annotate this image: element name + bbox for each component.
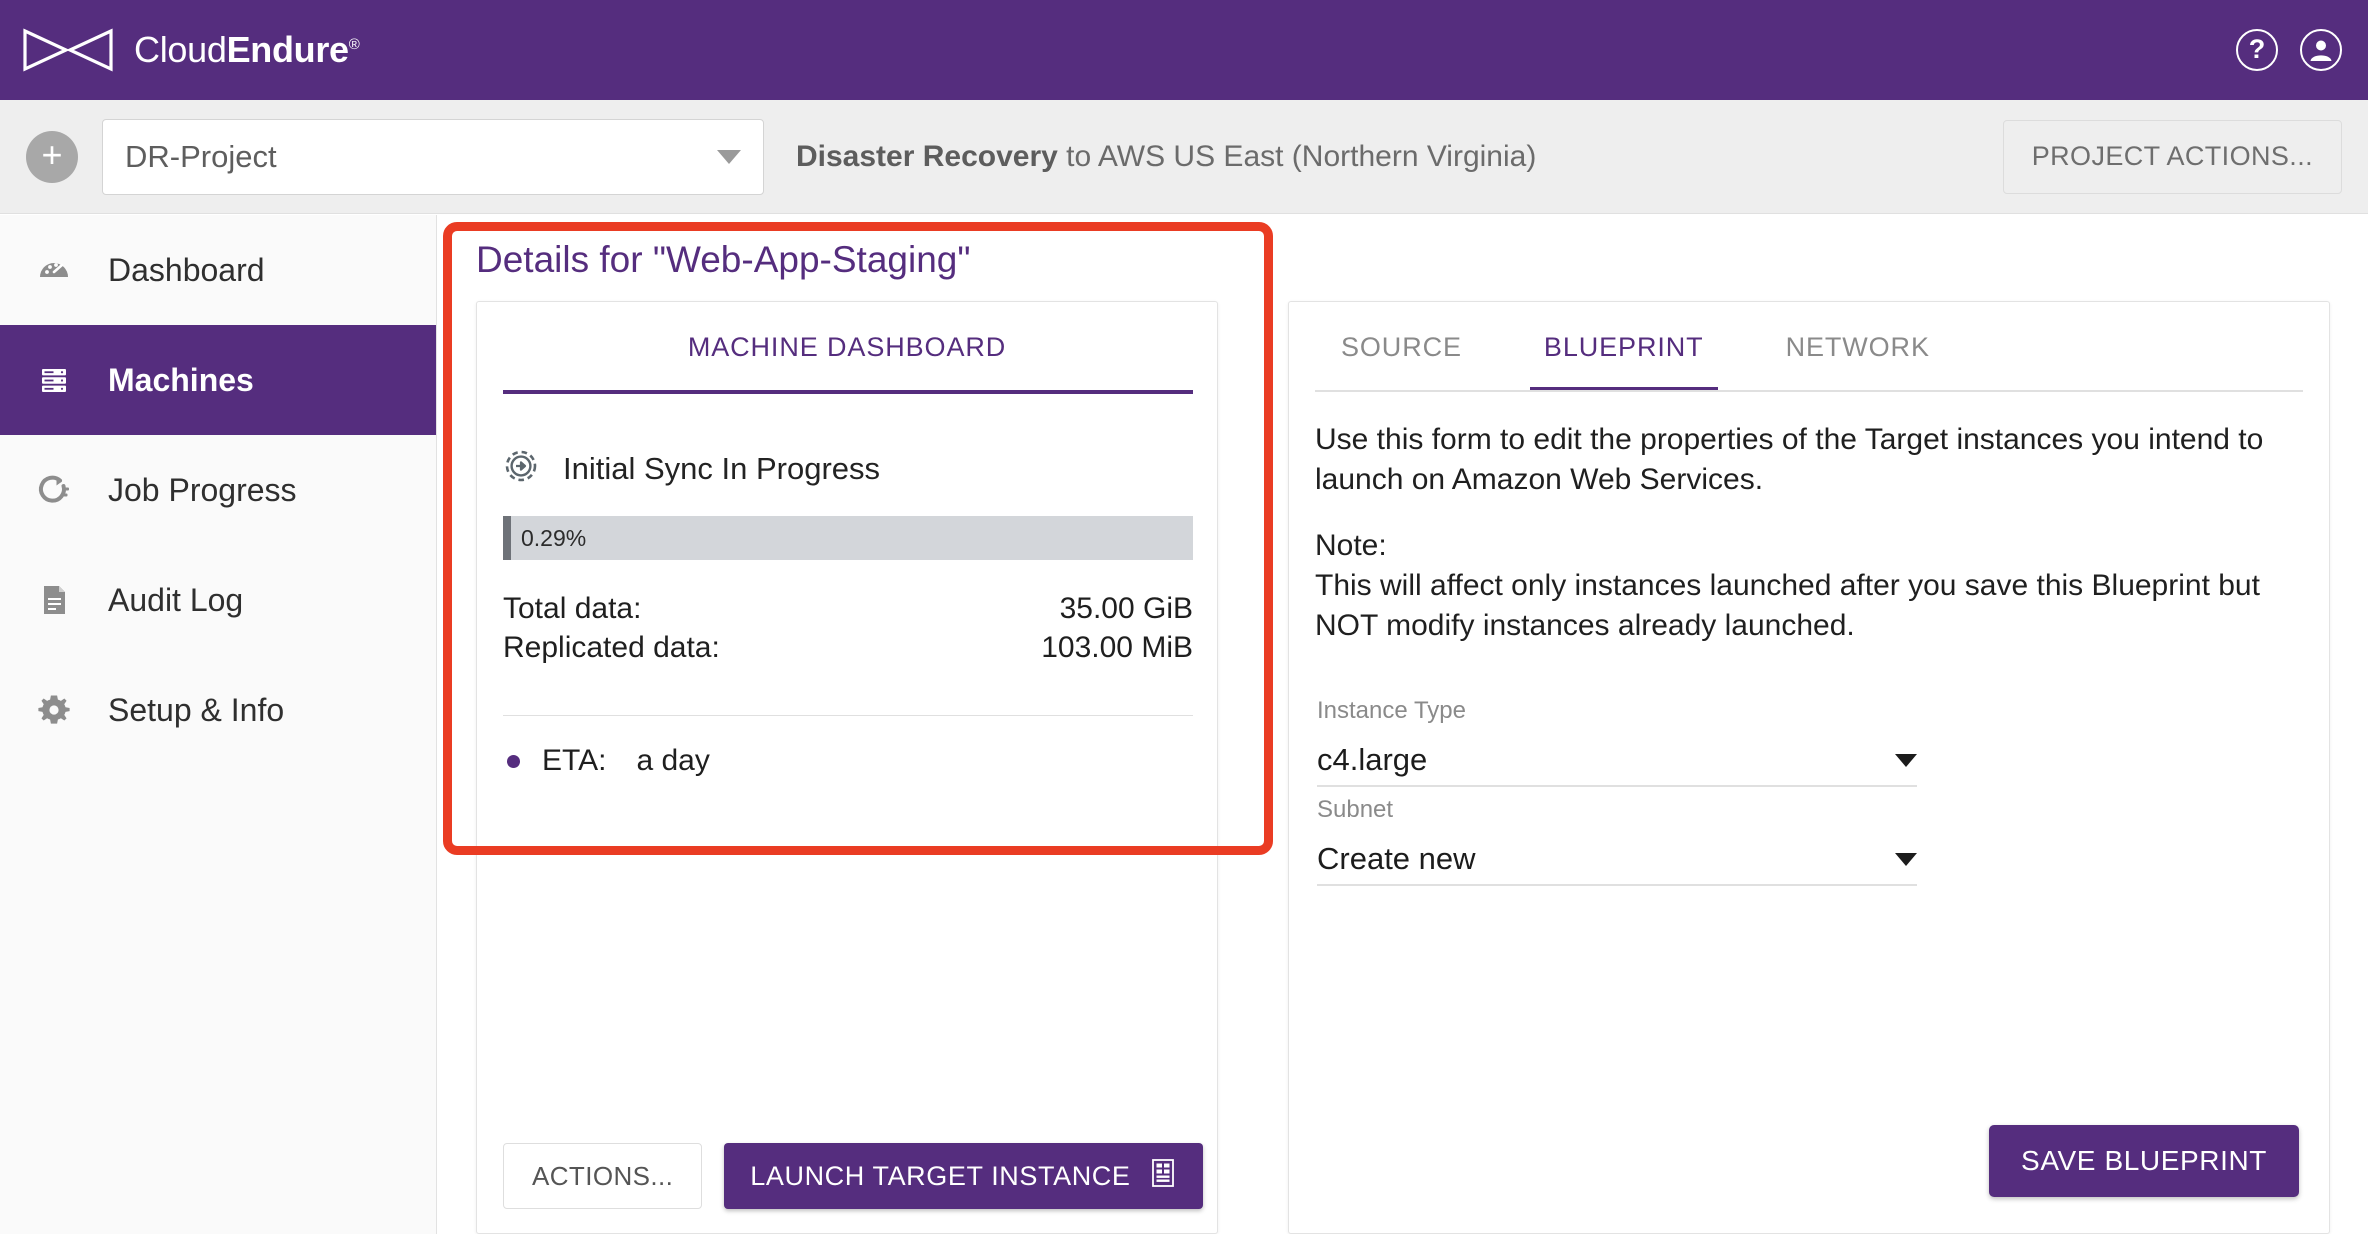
bullet-icon: [507, 754, 520, 768]
server-icon: [36, 362, 72, 398]
progress-circle-icon: [36, 472, 72, 508]
eta-label: ETA:: [542, 744, 607, 777]
subnet-field: Subnet Create new: [1317, 796, 1917, 886]
project-description-type: Disaster Recovery: [796, 139, 1058, 173]
instance-type-select[interactable]: c4.large: [1317, 735, 1917, 787]
instance-type-label: Instance Type: [1317, 697, 1466, 724]
instance-type-field: Instance Type c4.large: [1317, 697, 1917, 787]
sidebar-item-audit-log[interactable]: Audit Log: [0, 545, 436, 655]
gear-icon: [36, 692, 72, 728]
sidebar-item-label: Dashboard: [108, 251, 265, 288]
sidebar-item-dashboard[interactable]: Dashboard: [0, 215, 436, 325]
eta-row: ETA: a day: [507, 744, 710, 778]
blueprint-tabrow: SOURCE BLUEPRINT NETWORK: [1289, 302, 2329, 392]
tab-active-underline: [503, 390, 1193, 394]
sidebar-item-job-progress[interactable]: Job Progress: [0, 435, 436, 545]
project-toolbar: + DR-Project Disaster Recovery to AWS US…: [0, 100, 2368, 214]
instance-type-value: c4.large: [1317, 742, 1428, 777]
blueprint-card: SOURCE BLUEPRINT NETWORK Use this form t…: [1288, 301, 2330, 1234]
add-project-button[interactable]: +: [26, 130, 78, 183]
main-content: Details for "Web-App-Staging" MACHINE DA…: [437, 215, 2368, 1234]
sync-in-progress-icon: [503, 448, 539, 489]
progress-percent-label: 0.29%: [521, 524, 587, 551]
project-select-value: DR-Project: [125, 138, 277, 174]
replicated-data-label: Replicated data:: [503, 631, 720, 664]
machine-dashboard-tabrow: MACHINE DASHBOARD: [477, 302, 1217, 392]
project-description: Disaster Recovery to AWS US East (Northe…: [796, 140, 1536, 174]
page-title: Details for "Web-App-Staging": [476, 239, 971, 280]
launch-target-instance-button[interactable]: LAUNCH TARGET INSTANCE: [724, 1143, 1203, 1209]
replicated-data-value: 103.00 MiB: [1041, 631, 1193, 664]
machine-dashboard-card: MACHINE DASHBOARD Initial Sync In Progre…: [476, 301, 1218, 1234]
save-blueprint-button[interactable]: SAVE BLUEPRINT: [1989, 1125, 2299, 1197]
server-rack-icon: [1149, 1158, 1177, 1195]
brand-name-bold: Endure: [226, 29, 350, 70]
brand-name-light: Cloud: [134, 29, 227, 70]
tabs-baseline-divider: [1315, 390, 2303, 392]
brand-title: CloudEndure®: [134, 29, 360, 71]
sync-status-row: Initial Sync In Progress: [503, 448, 880, 489]
project-select[interactable]: DR-Project: [102, 118, 764, 195]
sidebar-item-machines[interactable]: Machines: [0, 325, 436, 435]
sidebar-item-setup-info[interactable]: Setup & Info: [0, 655, 436, 765]
tab-blueprint[interactable]: BLUEPRINT: [1529, 302, 1718, 392]
card-divider: [503, 715, 1193, 716]
app-header: CloudEndure® ?: [0, 0, 2368, 100]
help-icon[interactable]: ?: [2236, 29, 2278, 71]
blueprint-description-line1: Use this form to edit the properties of …: [1315, 423, 2264, 496]
sidebar-item-label: Audit Log: [108, 581, 244, 618]
user-account-icon[interactable]: [2300, 29, 2342, 71]
actions-button[interactable]: ACTIONS...: [503, 1143, 703, 1209]
header-actions: ?: [2236, 29, 2342, 71]
project-actions-button[interactable]: PROJECT ACTIONS...: [2002, 119, 2342, 194]
total-data-row: Total data: 35.00 GiB: [503, 592, 1193, 626]
total-data-label: Total data:: [503, 592, 642, 625]
brand-logo-area: CloudEndure®: [22, 27, 360, 73]
replicated-data-row: Replicated data: 103.00 MiB: [503, 631, 1193, 665]
gauge-icon: [36, 252, 72, 288]
user-glyph-icon: [2310, 40, 2332, 61]
document-icon: [36, 582, 72, 618]
subnet-select[interactable]: Create new: [1317, 834, 1917, 886]
blueprint-note-heading: Note:: [1315, 528, 1387, 562]
machine-card-footer: ACTIONS... LAUNCH TARGET INSTANCE: [503, 1143, 1203, 1209]
sidebar-item-label: Machines: [108, 361, 254, 398]
progress-fill: [503, 516, 511, 560]
blueprint-note-body: This will affect only instances launched…: [1315, 568, 2260, 642]
brand-registered-mark: ®: [348, 36, 360, 53]
sidebar-item-label: Job Progress: [108, 471, 297, 508]
cloudendure-bowtie-logo-icon: [23, 28, 113, 72]
blueprint-description: Use this form to edit the properties of …: [1315, 420, 2305, 645]
chevron-down-icon: [717, 149, 741, 164]
chevron-down-icon: [1895, 852, 1917, 866]
tab-network[interactable]: NETWORK: [1786, 302, 1930, 392]
replication-progress-bar: 0.29%: [503, 516, 1193, 560]
subnet-label: Subnet: [1317, 796, 1394, 823]
eta-value: a day: [636, 744, 710, 777]
tab-source[interactable]: SOURCE: [1341, 302, 1462, 392]
launch-button-label: LAUNCH TARGET INSTANCE: [750, 1160, 1131, 1191]
sync-status-text: Initial Sync In Progress: [563, 450, 881, 486]
total-data-value: 35.00 GiB: [1059, 592, 1193, 625]
sidebar-item-label: Setup & Info: [108, 691, 285, 728]
sidebar-nav: Dashboard Machines Job Progress Audit Lo…: [0, 215, 437, 1234]
project-description-target: to AWS US East (Northern Virginia): [1057, 139, 1537, 173]
chevron-down-icon: [1895, 753, 1917, 767]
tab-machine-dashboard[interactable]: MACHINE DASHBOARD: [688, 332, 1006, 363]
subnet-value: Create new: [1317, 841, 1476, 876]
